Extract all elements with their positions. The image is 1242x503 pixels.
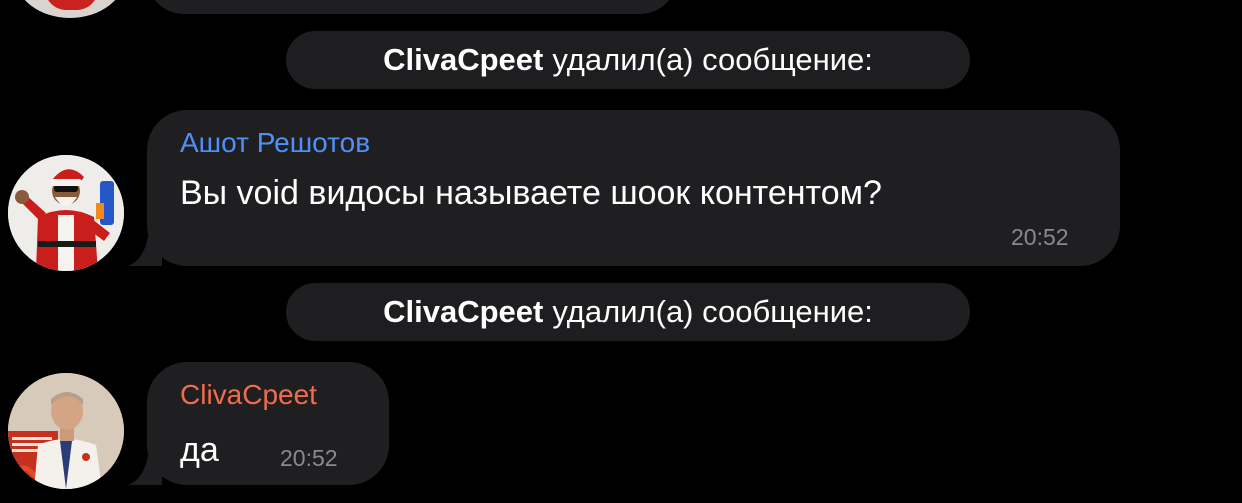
santa-avatar[interactable] [8,155,124,271]
service-message-deleted: ClivaCpeet удалил(а) сообщение: [286,31,970,89]
message-text: да [180,431,219,469]
service-action: удалил(а) сообщение: [552,294,873,329]
service-user[interactable]: ClivaCpeet [383,294,543,330]
service-message-deleted: ClivaCpeet удалил(а) сообщение: [286,283,970,341]
message-sender[interactable]: Ашот Решотов [180,127,370,159]
message-bubble-ashot[interactable]: Ашот Решотов Вы void видосы называете шо… [147,110,1120,266]
partial-message-bubble[interactable] [147,0,677,14]
message-text: Вы void видосы называете шоок контентом? [180,174,882,212]
partial-avatar[interactable] [14,0,126,18]
message-time: 20:52 [1011,224,1069,250]
man-avatar-image [8,373,124,489]
service-user[interactable]: ClivaCpeet [383,42,543,78]
message-bubble-cliva[interactable]: ClivaCpeet да 20:52 [147,362,389,485]
man-avatar[interactable] [8,373,124,489]
santa-avatar-image [8,155,124,271]
service-action: удалил(а) сообщение: [552,42,873,77]
message-sender[interactable]: ClivaCpeet [180,379,317,411]
message-time: 20:52 [280,445,338,471]
